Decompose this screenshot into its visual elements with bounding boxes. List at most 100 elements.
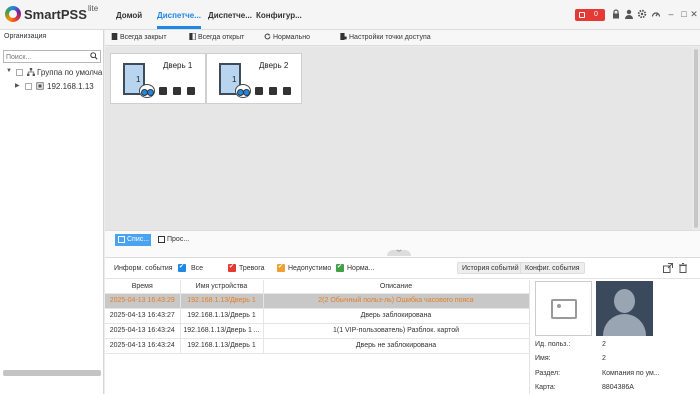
popout-icon[interactable]	[663, 263, 673, 273]
user-photo	[596, 281, 653, 336]
cell-description: 2(2 Обычный польз-ль) Ошибка часового по…	[263, 293, 530, 309]
event-history-button[interactable]: История событий	[457, 262, 524, 274]
detail-department: Раздел: Компания по ум...	[535, 370, 660, 377]
cell-time: 2025-04-13 16:43:27	[105, 308, 181, 324]
refresh-icon	[264, 33, 271, 40]
close-icon[interactable]: ✕	[689, 9, 699, 19]
column-header-device[interactable]: Имя устройства	[180, 280, 264, 294]
table-row[interactable]: 2025-04-13 16:43:29 192.168.1.13/Дверь 1…	[105, 293, 530, 309]
nav-tab-config[interactable]: Конфигур...	[256, 11, 302, 20]
door-open-icon	[189, 33, 196, 40]
detail-user-id: Ид. польз.: 2	[535, 341, 606, 348]
door-name: Дверь 2	[259, 61, 289, 70]
table-row[interactable]: 2025-04-13 16:43:24 192.168.1.13/Дверь 1…	[105, 323, 530, 339]
cell-device: 192.168.1.13/Дверь 1	[180, 338, 264, 354]
cell-device: 192.168.1.13/Дверь 1	[180, 308, 264, 324]
tree-item-label: 192.168.1.13	[47, 82, 94, 91]
org-tree-icon	[27, 68, 35, 76]
table-row[interactable]: 2025-04-13 16:43:24 192.168.1.13/Дверь 1…	[105, 338, 530, 354]
active-tab-indicator	[157, 26, 201, 29]
grid-icon	[118, 236, 125, 243]
nav-tab-dispatcher-1[interactable]: Диспетче...	[157, 11, 201, 20]
cell-time: 2025-04-13 16:43:24	[105, 338, 181, 354]
door-open-action-icon[interactable]	[255, 87, 263, 95]
event-detail-panel: Ид. польз.: 2 Имя: 2 Раздел: Компания по…	[529, 280, 700, 394]
tab-list-view[interactable]: Спис...	[115, 234, 151, 246]
tree-checkbox[interactable]	[16, 69, 23, 76]
filter-all-label: Все	[191, 265, 204, 272]
minimize-icon[interactable]: –	[666, 9, 676, 19]
binoculars-icon[interactable]	[235, 84, 251, 98]
trash-icon[interactable]	[678, 263, 688, 273]
tree-checkbox[interactable]	[25, 83, 32, 90]
event-filter-bar: Информ. события Все Тревога Недопустимо …	[105, 258, 700, 279]
search-icon[interactable]	[90, 52, 98, 60]
always-open-button[interactable]: Всегда открыт	[189, 33, 244, 41]
device-icon	[36, 82, 44, 90]
event-info-label: Информ. события	[114, 265, 173, 272]
column-header-time[interactable]: Время	[105, 280, 181, 294]
collapse-handle[interactable]: ︾	[387, 250, 411, 256]
cell-description: 1(1 VIP-пользователь) Разблок. картой	[263, 323, 530, 339]
chevron-down-icon[interactable]: ▼	[6, 68, 12, 74]
user-icon[interactable]	[624, 9, 634, 19]
grid-icon	[158, 236, 165, 243]
detail-card: Карта: 8804386A	[535, 384, 634, 391]
nav-tab-dispatcher-2[interactable]: Диспетче...	[208, 11, 252, 20]
normal-button[interactable]: Нормально	[264, 33, 310, 41]
camera-icon[interactable]	[187, 87, 195, 95]
horizontal-scrollbar[interactable]	[3, 370, 101, 376]
door-card-1[interactable]: 1 Дверь 1	[110, 53, 206, 104]
door-card-2[interactable]: 1 Дверь 2	[206, 53, 302, 104]
performance-icon[interactable]	[651, 9, 661, 19]
vertical-scrollbar[interactable]	[692, 47, 700, 230]
table-row[interactable]: 2025-04-13 16:43:27 192.168.1.13/Дверь 1…	[105, 308, 530, 324]
binoculars-icon[interactable]	[139, 84, 155, 98]
lock-icon[interactable]	[611, 9, 621, 19]
cell-time: 2025-04-13 16:43:24	[105, 323, 181, 339]
user-silhouette-icon	[614, 289, 635, 313]
filter-all-checkbox[interactable]	[178, 263, 186, 272]
filter-alarm-label: Тревога	[239, 265, 265, 272]
chevron-right-icon[interactable]: ▶	[15, 82, 21, 89]
cell-device: 192.168.1.13/Дверь 1 ...	[180, 323, 264, 339]
app-logo-icon	[5, 6, 21, 22]
door-closed-icon	[111, 33, 118, 40]
tree-item-device[interactable]: ▶ 192.168.1.13	[0, 81, 104, 93]
tab-preview-view[interactable]: Прос...	[155, 234, 191, 246]
snapshot-placeholder	[535, 281, 592, 336]
cell-description: Дверь заблокирована	[263, 308, 530, 324]
filter-alarm-checkbox[interactable]	[228, 263, 236, 272]
door-open-action-icon[interactable]	[159, 87, 167, 95]
filter-invalid-label: Недопустимо	[288, 265, 332, 272]
camera-icon[interactable]	[283, 87, 291, 95]
alarm-badge[interactable]: 0	[575, 9, 605, 21]
nav-home[interactable]: Домой	[116, 11, 142, 20]
sidebar-title: Организация	[4, 33, 47, 40]
door-toolbar: Всегда закрыт Всегда открыт Нормально На…	[105, 30, 700, 46]
door-settings-icon	[340, 33, 347, 40]
access-point-settings-button[interactable]: Настройки точки доступа	[340, 33, 431, 41]
gear-icon[interactable]	[637, 9, 647, 19]
image-placeholder-icon	[551, 299, 577, 319]
detail-name: Имя: 2	[535, 355, 606, 362]
event-config-button[interactable]: Конфиг. события	[520, 262, 585, 274]
maximize-icon[interactable]: □	[679, 9, 689, 19]
app-brand: SmartPSS	[24, 7, 87, 22]
app-brand-suffix: lite	[88, 4, 99, 13]
cell-device: 192.168.1.13/Дверь 1	[180, 293, 264, 309]
organization-sidebar: Организация ▼ Группа по умолча ▶ 192.168…	[0, 30, 104, 394]
door-close-action-icon[interactable]	[269, 87, 277, 95]
column-header-description[interactable]: Описание	[263, 280, 530, 294]
alarm-count: 0	[594, 11, 598, 18]
door-name: Дверь 1	[163, 61, 193, 70]
search-input[interactable]	[6, 52, 86, 62]
top-bar: SmartPSS lite Домой Диспетче... Диспетче…	[0, 0, 700, 30]
cell-description: Дверь не заблокирована	[263, 338, 530, 354]
filter-invalid-checkbox[interactable]	[277, 263, 285, 272]
tree-item-default-group[interactable]: ▼ Группа по умолча	[0, 67, 104, 79]
table-header-row: Время Имя устройства Описание	[105, 280, 530, 294]
door-close-action-icon[interactable]	[173, 87, 181, 95]
always-closed-button[interactable]: Всегда закрыт	[111, 33, 167, 41]
filter-normal-checkbox[interactable]	[336, 263, 344, 272]
